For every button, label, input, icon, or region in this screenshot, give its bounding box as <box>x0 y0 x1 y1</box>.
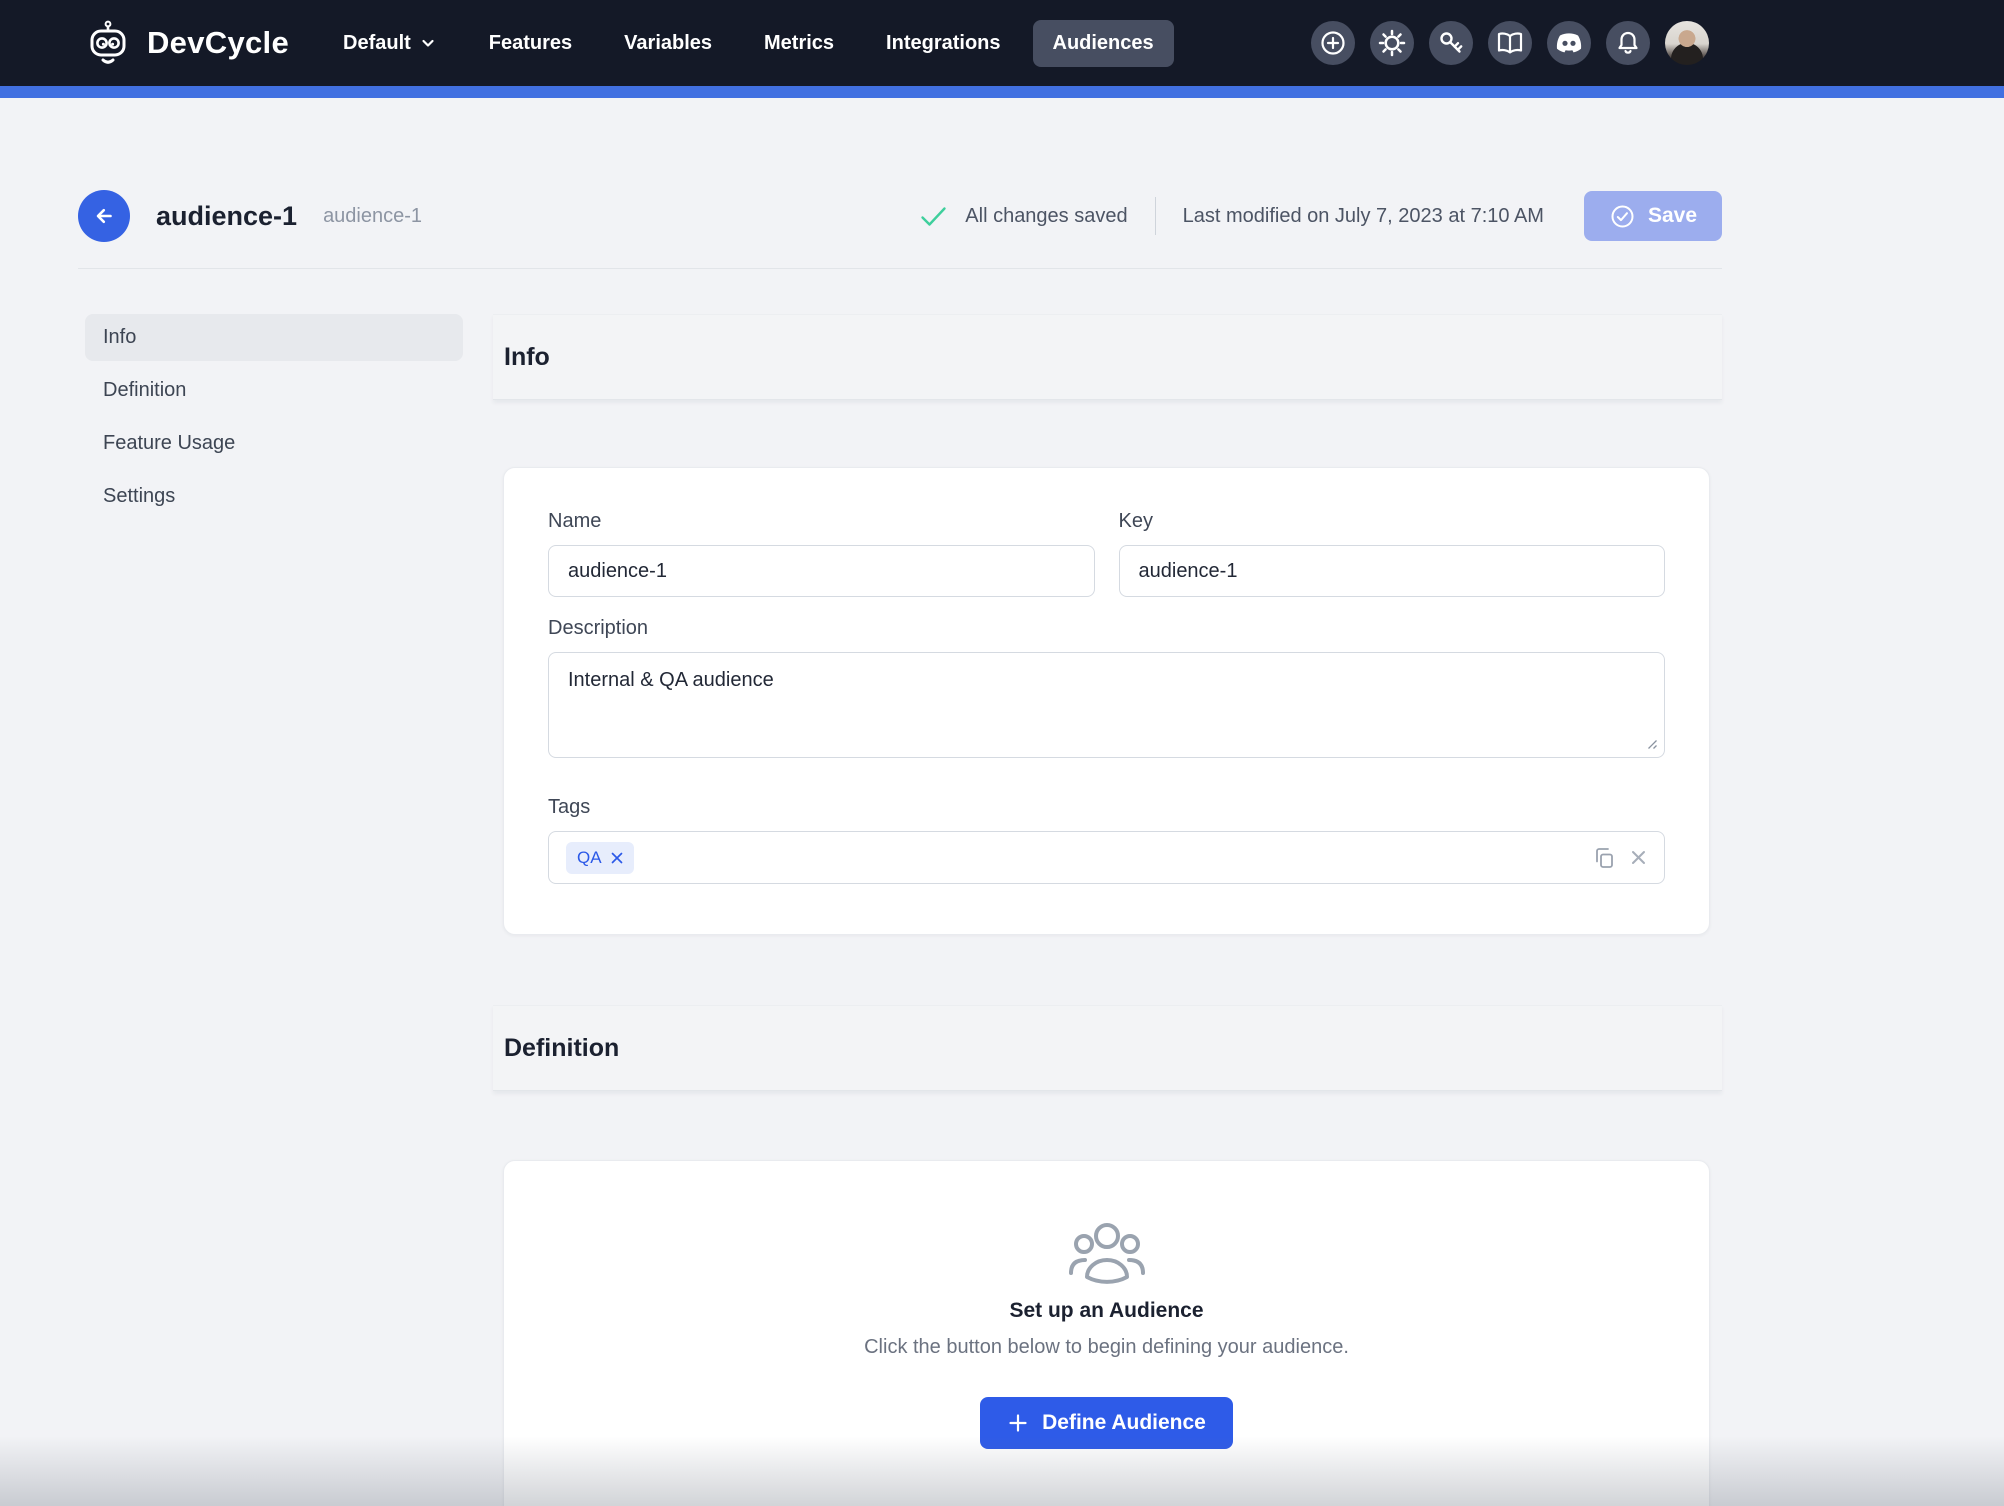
divider <box>1154 197 1156 235</box>
sidebar-item-settings[interactable]: Settings <box>85 473 463 520</box>
page-subtitle: audience-1 <box>323 204 423 227</box>
nav-item-variables[interactable]: Variables <box>604 20 732 67</box>
create-button[interactable] <box>1311 21 1355 65</box>
copy-icon[interactable] <box>1592 846 1616 870</box>
arrow-left-icon <box>91 203 117 229</box>
nav-item-default[interactable]: Default <box>323 20 457 67</box>
info-card: Name Key Description <box>503 467 1710 935</box>
tags-input[interactable]: QA <box>548 831 1665 884</box>
header-divider <box>78 268 1722 269</box>
user-avatar[interactable] <box>1665 21 1709 65</box>
info-section-header: Info <box>493 314 1722 400</box>
sidebar-item-definition[interactable]: Definition <box>85 367 463 414</box>
plus-icon <box>1007 1412 1029 1434</box>
key-label: Key <box>1118 510 1153 532</box>
check-icon <box>920 206 947 227</box>
description-field-group: Description <box>548 617 1665 758</box>
last-modified-text: Last modified on July 7, 2023 at 7:10 AM <box>1182 204 1544 227</box>
header-actions: All changes saved Last modified on July … <box>920 191 1722 241</box>
name-field-group: Name <box>548 510 1095 597</box>
docs-button[interactable] <box>1488 21 1532 65</box>
definition-card: Set up an Audience Click the button belo… <box>503 1160 1710 1506</box>
accent-strip <box>0 86 2004 98</box>
bell-icon <box>1615 30 1641 56</box>
notifications-button[interactable] <box>1606 21 1650 65</box>
save-status-text: All changes saved <box>965 204 1128 227</box>
tag-pill-qa: QA <box>566 841 634 874</box>
nav-item-features[interactable]: Features <box>469 20 592 67</box>
api-keys-button[interactable] <box>1429 21 1473 65</box>
empty-state-subtext: Click the button below to begin defining… <box>864 1336 1349 1358</box>
section-sidebar: Info Definition Feature Usage Settings <box>85 314 463 520</box>
key-icon <box>1438 30 1464 56</box>
main-content: Info Name Key Description <box>493 314 1722 1506</box>
nav-item-integrations[interactable]: Integrations <box>866 20 1020 67</box>
name-label: Name <box>548 510 602 532</box>
navbar-actions <box>1311 21 1709 65</box>
tags-label: Tags <box>548 796 591 818</box>
discord-icon <box>1555 32 1583 54</box>
settings-button[interactable] <box>1370 21 1414 65</box>
description-label: Description <box>548 617 649 639</box>
audience-people-icon <box>1068 1223 1146 1285</box>
info-section-title: Info <box>504 342 550 371</box>
book-icon <box>1496 30 1524 56</box>
plus-circle-icon <box>1319 29 1347 57</box>
key-field-group: Key <box>1118 510 1665 597</box>
tags-field-group: Tags QA <box>548 796 1665 884</box>
key-input[interactable] <box>1118 545 1665 597</box>
page-title: audience-1 <box>156 200 298 231</box>
sidebar-item-info[interactable]: Info <box>85 314 463 361</box>
clear-tags-icon[interactable] <box>1630 849 1647 866</box>
empty-state-heading: Set up an Audience <box>1009 1299 1204 1322</box>
primary-nav: Default Features Variables Metrics Integ… <box>323 19 1174 67</box>
check-circle-icon <box>1609 203 1636 230</box>
discord-button[interactable] <box>1547 21 1591 65</box>
back-button[interactable] <box>78 190 130 242</box>
name-input[interactable] <box>548 545 1095 597</box>
description-textarea[interactable] <box>548 652 1665 758</box>
definition-section-title: Definition <box>504 1033 620 1062</box>
definition-section-header: Definition <box>493 1005 1722 1091</box>
tag-remove-icon[interactable] <box>611 852 623 864</box>
define-audience-button[interactable]: Define Audience <box>980 1397 1233 1449</box>
gear-icon <box>1378 29 1406 57</box>
top-navbar: DevCycle Default Features Variables Metr… <box>0 0 2004 86</box>
brand-name: DevCycle <box>147 25 289 60</box>
chevron-down-icon <box>419 34 437 52</box>
save-status: All changes saved <box>920 204 1128 228</box>
sidebar-item-feature-usage[interactable]: Feature Usage <box>85 420 463 467</box>
devcycle-audience-page: DevCycle Default Features Variables Metr… <box>0 0 2004 1506</box>
save-button[interactable]: Save <box>1583 191 1722 241</box>
devcycle-robot-icon <box>84 20 132 66</box>
nav-item-metrics[interactable]: Metrics <box>744 20 854 67</box>
nav-item-audiences[interactable]: Audiences <box>1032 19 1174 67</box>
page-header: audience-1 audience-1 All changes saved … <box>78 188 1722 244</box>
brand-logo[interactable]: DevCycle <box>84 20 289 66</box>
resize-handle-icon[interactable] <box>1645 737 1658 750</box>
